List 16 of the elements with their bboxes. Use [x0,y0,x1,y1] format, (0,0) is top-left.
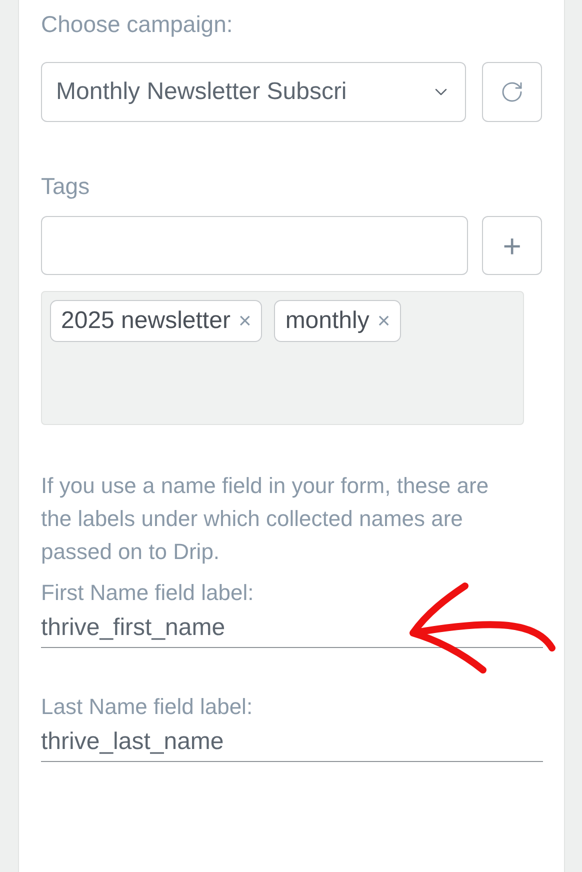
field-label: First Name field label: [41,579,255,607]
text-field[interactable]: thrive_first_name [41,608,543,648]
help-text: If you use a name field in your form, these are the labels under which collected names are passed on to Drip. [41,472,490,566]
tag-text: 2025 newsletter [61,306,230,336]
tag-text: monthly [285,306,370,336]
remove-tag-button[interactable]: × [377,310,390,332]
tag-input-field[interactable] [41,216,468,275]
refresh-icon [500,80,524,104]
add-tag-button[interactable]: + [482,216,542,275]
remove-tag-button[interactable]: × [238,310,252,332]
campaign-dropdown[interactable]: Monthly Newsletter Subscri [41,62,466,122]
field-label: Tags [41,172,91,201]
text-field[interactable]: thrive_last_name [41,722,543,762]
field-label: Last Name field label: [41,693,254,721]
refresh-button[interactable] [482,62,542,122]
field-label: Choose campaign: [41,10,234,39]
